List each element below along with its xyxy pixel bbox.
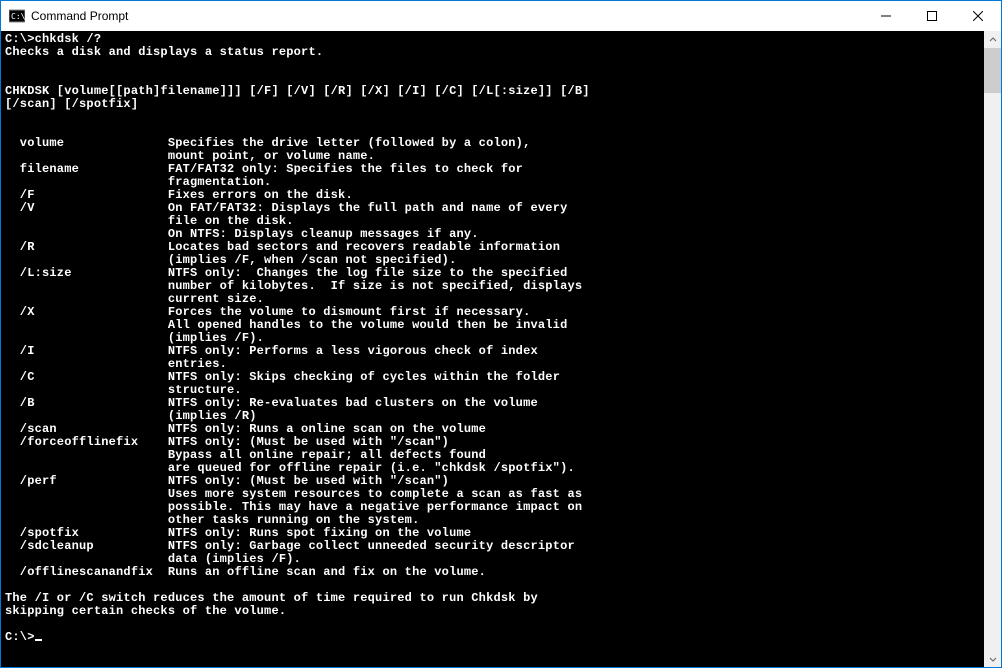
scroll-thumb[interactable] bbox=[984, 48, 1001, 93]
param-key: /L:size bbox=[5, 266, 168, 280]
param-key: /sdcleanup bbox=[5, 539, 168, 553]
param-key: /F bbox=[5, 188, 168, 202]
param-desc: (implies /F). bbox=[5, 331, 264, 345]
console-output[interactable]: C:\>chkdsk /? Checks a disk and displays… bbox=[1, 31, 984, 667]
scroll-up-button[interactable] bbox=[984, 31, 1001, 48]
param-desc: NTFS only: Runs spot fixing on the volum… bbox=[168, 526, 471, 540]
param-key: /I bbox=[5, 344, 168, 358]
param-desc: other tasks running on the system. bbox=[5, 513, 419, 527]
chevron-up-icon bbox=[989, 36, 997, 44]
param-desc: Specifies the drive letter (followed by … bbox=[168, 136, 531, 150]
prompt: C:\> bbox=[5, 32, 35, 46]
param-desc: NTFS only: (Must be used with "/scan") bbox=[168, 435, 449, 449]
param-key: /perf bbox=[5, 474, 168, 488]
param-desc: are queued for offline repair (i.e. "chk… bbox=[5, 461, 575, 475]
param-desc: (implies /R) bbox=[5, 409, 257, 423]
scroll-track[interactable] bbox=[984, 48, 1001, 650]
param-desc: entries. bbox=[5, 357, 227, 371]
param-desc: All opened handles to the volume would t… bbox=[5, 318, 568, 332]
param-desc: NTFS only: Changes the log file size to … bbox=[168, 266, 568, 280]
cursor-icon bbox=[35, 639, 42, 641]
param-desc: NTFS only: Skips checking of cycles with… bbox=[168, 370, 560, 384]
maximize-icon bbox=[927, 11, 937, 21]
param-desc: mount point, or volume name. bbox=[5, 149, 375, 163]
param-desc: NTFS only: Runs a online scan on the vol… bbox=[168, 422, 486, 436]
param-desc: NTFS only: Performs a less vigorous chec… bbox=[168, 344, 538, 358]
param-key: /C bbox=[5, 370, 168, 384]
svg-text:C:\: C:\ bbox=[11, 12, 25, 21]
param-key: filename bbox=[5, 162, 168, 176]
output-line: [/scan] [/spotfix] bbox=[5, 97, 138, 111]
param-desc: Bypass all online repair; all defects fo… bbox=[5, 448, 486, 462]
param-key: /scan bbox=[5, 422, 168, 436]
param-desc: FAT/FAT32 only: Specifies the files to c… bbox=[168, 162, 523, 176]
typed-command: chkdsk /? bbox=[35, 32, 102, 46]
param-key: /X bbox=[5, 305, 168, 319]
param-desc: fragmentation. bbox=[5, 175, 271, 189]
param-key: /B bbox=[5, 396, 168, 410]
vertical-scrollbar[interactable] bbox=[984, 31, 1001, 667]
param-desc: On FAT/FAT32: Displays the full path and… bbox=[168, 201, 568, 215]
param-key: /offlinescanandfix bbox=[5, 565, 168, 579]
param-desc: Runs an offline scan and fix on the volu… bbox=[168, 565, 486, 579]
param-desc: NTFS only: Re-evaluates bad clusters on … bbox=[168, 396, 538, 410]
chevron-down-icon bbox=[989, 655, 997, 663]
output-line: Checks a disk and displays a status repo… bbox=[5, 45, 323, 59]
param-desc: NTFS only: (Must be used with "/scan") bbox=[168, 474, 449, 488]
param-key: /spotfix bbox=[5, 526, 168, 540]
command-prompt-window: C:\ Command Prompt C:\>chkdsk /? Checks … bbox=[0, 0, 1002, 668]
output-line: The /I or /C switch reduces the amount o… bbox=[5, 591, 538, 605]
maximize-button[interactable] bbox=[909, 1, 955, 31]
param-desc: possible. This may have a negative perfo… bbox=[5, 500, 582, 514]
param-key: /R bbox=[5, 240, 168, 254]
param-desc: data (implies /F). bbox=[5, 552, 301, 566]
param-desc: Fixes errors on the disk. bbox=[168, 188, 353, 202]
minimize-button[interactable] bbox=[863, 1, 909, 31]
titlebar[interactable]: C:\ Command Prompt bbox=[1, 1, 1001, 31]
param-key: /forceofflinefix bbox=[5, 435, 168, 449]
command-prompt-icon: C:\ bbox=[9, 8, 25, 24]
close-button[interactable] bbox=[955, 1, 1001, 31]
client-area: C:\>chkdsk /? Checks a disk and displays… bbox=[1, 31, 1001, 667]
param-key: volume bbox=[5, 136, 168, 150]
param-desc: structure. bbox=[5, 383, 242, 397]
close-icon bbox=[973, 11, 983, 21]
output-line: CHKDSK [volume[[path]filename]]] [/F] [/… bbox=[5, 84, 590, 98]
param-desc: file on the disk. bbox=[5, 214, 294, 228]
minimize-icon bbox=[881, 11, 891, 21]
param-key: /V bbox=[5, 201, 168, 215]
param-desc: Uses more system resources to complete a… bbox=[5, 487, 582, 501]
prompt: C:\> bbox=[5, 630, 35, 644]
param-desc: number of kilobytes. If size is not spec… bbox=[5, 279, 582, 293]
param-desc: (implies /F, when /scan not specified). bbox=[5, 253, 456, 267]
param-desc: current size. bbox=[5, 292, 264, 306]
param-desc: Forces the volume to dismount first if n… bbox=[168, 305, 531, 319]
param-desc: NTFS only: Garbage collect unneeded secu… bbox=[168, 539, 575, 553]
param-desc: On NTFS: Displays cleanup messages if an… bbox=[5, 227, 479, 241]
scroll-down-button[interactable] bbox=[984, 650, 1001, 667]
window-title: Command Prompt bbox=[31, 9, 863, 23]
window-controls bbox=[863, 1, 1001, 31]
output-line: skipping certain checks of the volume. bbox=[5, 604, 286, 618]
param-desc: Locates bad sectors and recovers readabl… bbox=[168, 240, 560, 254]
